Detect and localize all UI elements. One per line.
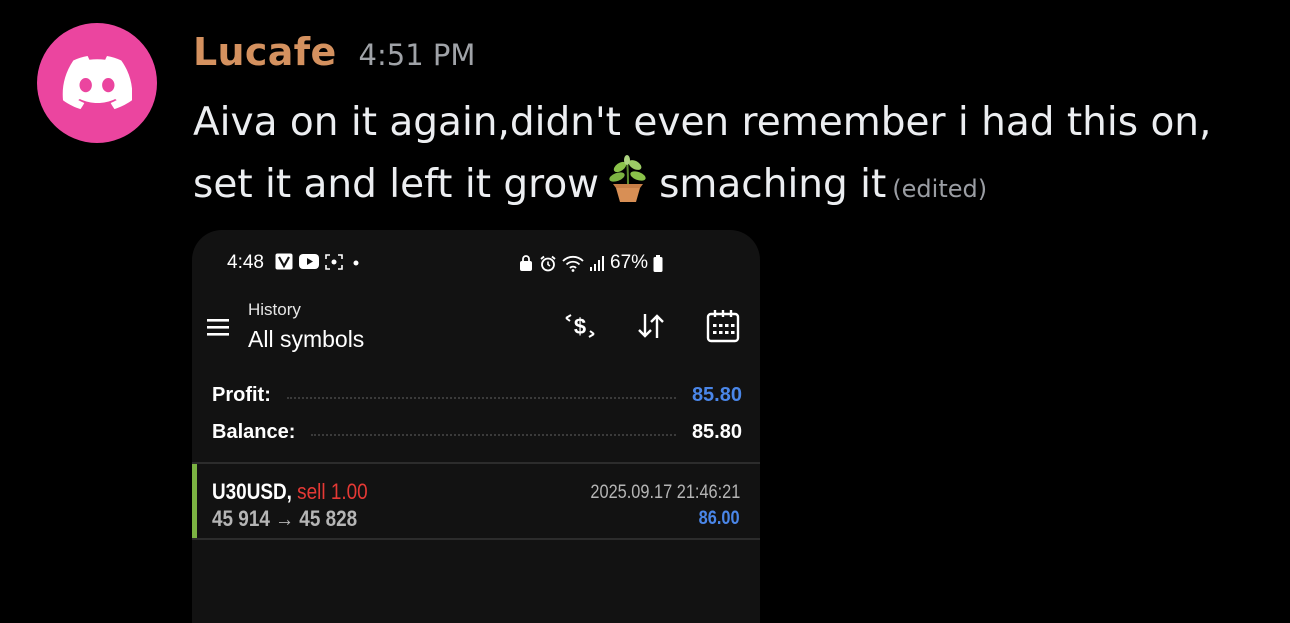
svg-text:$: $	[574, 314, 586, 339]
calendar-icon[interactable]	[705, 308, 741, 344]
balance-label: Balance:	[212, 420, 296, 443]
screen-capture-icon	[325, 253, 343, 270]
page-subtitle: History	[248, 300, 301, 319]
alarm-lock-icon	[520, 254, 532, 271]
symbol-filter[interactable]: All symbols	[248, 326, 364, 353]
message-content: Aiva on it again,didn't even remember i …	[193, 92, 1263, 216]
timestamp: 4:51 PM	[358, 38, 476, 72]
wifi-icon	[562, 255, 584, 272]
alarm-icon	[540, 255, 556, 271]
balance-value: 85.80	[691, 420, 742, 443]
menu-icon[interactable]	[206, 316, 232, 338]
signal-icon	[590, 255, 604, 271]
status-system-icons: 67%	[518, 252, 663, 274]
sort-icon[interactable]	[633, 308, 669, 344]
trade-accent-bar	[192, 464, 197, 538]
status-notification-icons	[275, 253, 363, 270]
dotted-leader	[286, 391, 676, 399]
potted-plant-emoji	[609, 155, 646, 202]
battery-percent: 67%	[610, 252, 649, 273]
trade-title: U30USD, sell 1.00	[212, 479, 368, 505]
v-app-icon	[275, 253, 293, 270]
username[interactable]: Lucafe	[193, 30, 337, 74]
profit-label: Profit:	[212, 383, 271, 406]
message-text-line-2: set it and left it grow smaching it (edit…	[193, 154, 1263, 216]
discord-logo-icon	[62, 56, 132, 110]
profit-row: Profit: 85.80	[212, 380, 742, 410]
trade-profit: 86.00	[699, 508, 740, 529]
trade-symbol: U30USD,	[212, 479, 292, 504]
message-text-after-emoji: smaching it	[659, 162, 887, 207]
dotted-leader	[311, 428, 676, 436]
youtube-icon	[299, 254, 319, 269]
deposit-dollar-icon[interactable]: $	[562, 308, 598, 344]
app-bar: History All symbols $	[192, 292, 760, 362]
edited-label: (edited)	[892, 175, 988, 203]
phone-status-bar: 4:48 67%	[192, 230, 760, 292]
avatar[interactable]	[37, 23, 157, 143]
more-notifications-dot-icon	[353, 260, 359, 265]
message-text-before-emoji: set it and left it grow	[193, 162, 600, 207]
profit-value: 85.80	[691, 383, 742, 406]
trade-prices: 45 914 → 45 828	[212, 506, 358, 531]
battery-icon	[653, 254, 663, 272]
message-text-line-1: Aiva on it again,didn't even remember i …	[193, 100, 1212, 145]
message-header: Lucafe 4:51 PM	[193, 30, 475, 74]
chat-message: Lucafe 4:51 PM Aiva on it again,didn't e…	[0, 0, 1290, 623]
balance-row: Balance: 85.80	[212, 417, 742, 447]
divider	[192, 538, 760, 540]
trade-datetime: 2025.09.17 21:46:21	[590, 482, 740, 503]
trade-row[interactable]: U30USD, sell 1.00 45 914 → 45 828 2025.0…	[192, 464, 760, 538]
status-time: 4:48	[227, 252, 264, 273]
image-attachment[interactable]: 4:48 67% History All symbols $ Profit: 8…	[192, 230, 760, 623]
trade-side: sell 1.00	[297, 479, 368, 504]
